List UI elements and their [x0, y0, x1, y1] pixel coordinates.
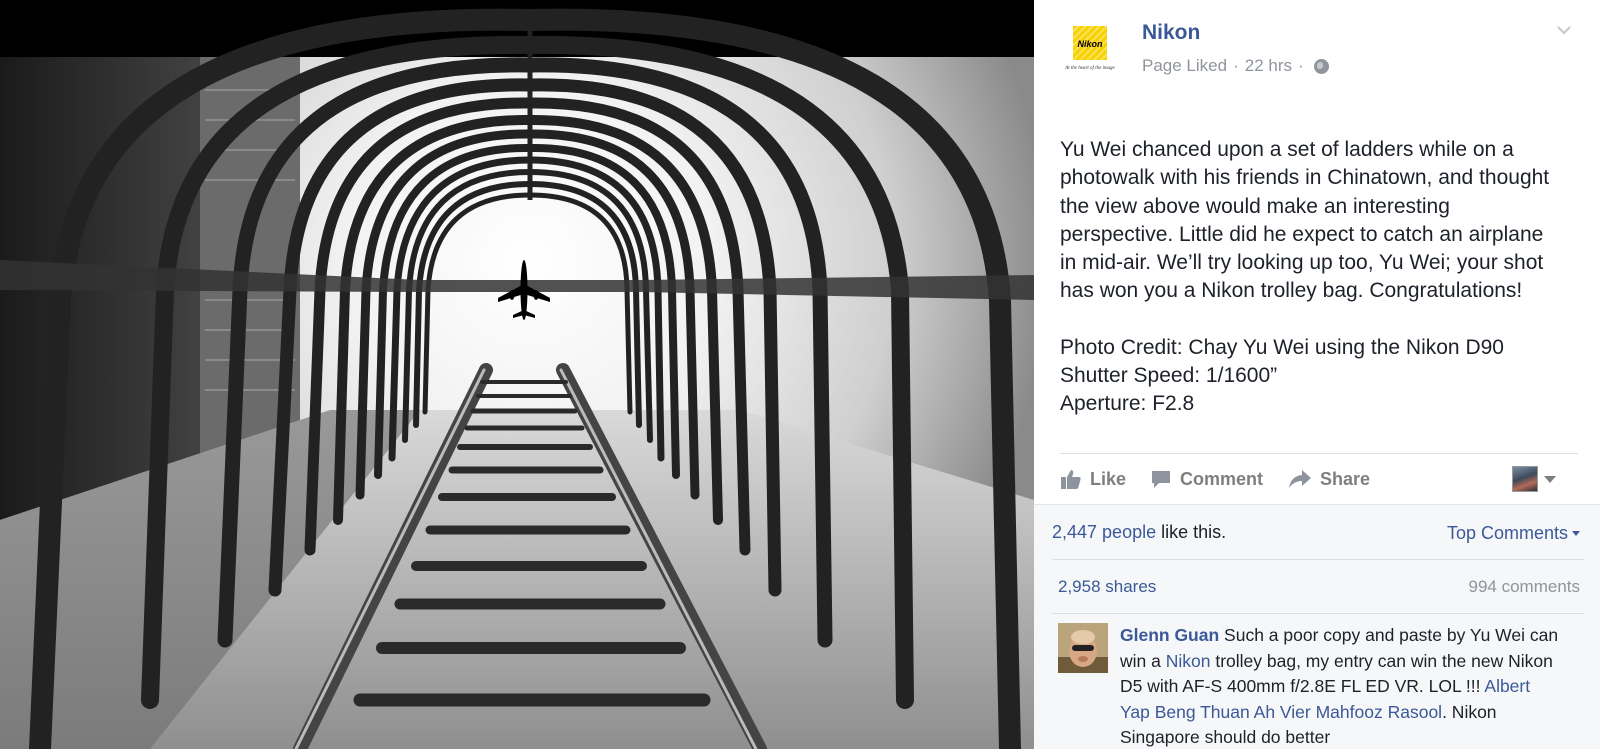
comment-body: Glenn Guan Such a poor copy and paste by… — [1120, 623, 1560, 749]
caret-down-icon — [1572, 531, 1580, 536]
page-liked-status: Page Liked — [1142, 56, 1228, 75]
comment-sort-dropdown[interactable]: Top Comments — [1447, 523, 1580, 544]
post-actions: Like Comment Share — [1060, 462, 1580, 496]
likes-count-link[interactable]: 2,447 people — [1052, 522, 1156, 542]
meta-separator: · — [1233, 56, 1239, 75]
likes-suffix: like this. — [1156, 522, 1227, 542]
comment-label: Comment — [1180, 468, 1264, 489]
post-header: Nikon At the heart of the image Nikon Pa… — [1060, 21, 1580, 82]
credit-line: Shutter Speed: 1/1600” — [1060, 364, 1278, 388]
post-text-line: photowalk with his friends in Chinatown,… — [1060, 166, 1550, 190]
credit-line: Aperture: F2.8 — [1060, 392, 1195, 416]
page-avatar[interactable]: Nikon At the heart of the image — [1060, 22, 1120, 78]
comment-button[interactable]: Comment — [1150, 462, 1263, 496]
meta-separator: · — [1298, 56, 1304, 75]
photo-credits: Photo Credit: Chay Yu Wei using the Niko… — [1060, 334, 1580, 419]
divider — [1052, 613, 1584, 614]
post-sidebar: Nikon At the heart of the image Nikon Pa… — [1034, 0, 1600, 749]
post-photo[interactable] — [0, 0, 1034, 749]
thumbs-up-icon — [1061, 470, 1081, 489]
post-meta: Page Liked · 22 hrs · — [1142, 56, 1329, 76]
commenter-avatar[interactable] — [1058, 623, 1108, 673]
post-text-line: the view above would make an interesting — [1060, 194, 1450, 218]
post-text-line: has won you a Nikon trolley bag. Congrat… — [1060, 279, 1523, 303]
credit-line: Photo Credit: Chay Yu Wei using the Niko… — [1060, 335, 1504, 359]
post-text-line: perspective. Little did he expect to cat… — [1060, 222, 1544, 246]
likes-summary: 2,447 people like this. — [1052, 522, 1226, 543]
comments-count-link[interactable]: 994 comments — [1469, 577, 1581, 597]
user-avatar — [1512, 466, 1538, 492]
divider — [1052, 559, 1584, 560]
share-label: Share — [1320, 468, 1371, 489]
post-timestamp[interactable]: 22 hrs — [1245, 56, 1292, 76]
post-text-line: Yu Wei chanced upon a set of ladders whi… — [1060, 138, 1514, 161]
globe-icon[interactable] — [1313, 58, 1329, 74]
comment-sort-label: Top Comments — [1446, 523, 1568, 543]
mention-link[interactable]: Nikon — [1166, 651, 1211, 671]
like-button[interactable]: Like — [1060, 462, 1126, 496]
chevron-down-icon[interactable] — [1556, 22, 1572, 38]
post-text-line: in mid-air. We’ll try looking up too, Yu… — [1060, 251, 1544, 275]
post-body: Yu Wei chanced upon a set of ladders whi… — [1060, 136, 1580, 306]
divider — [1060, 453, 1578, 454]
post-as-selector[interactable] — [1512, 464, 1556, 494]
feedback-section: 2,447 people like this. Top Comments 2,9… — [1034, 504, 1600, 749]
share-arrow-icon — [1289, 470, 1311, 488]
page-name-link[interactable]: Nikon — [1142, 21, 1200, 45]
speech-bubble-icon — [1152, 471, 1170, 488]
shares-count-link[interactable]: 2,958 shares — [1058, 577, 1156, 597]
mention-link[interactable]: Ah Vier — [1254, 702, 1311, 722]
logo-wordmark: Nikon — [1077, 39, 1103, 49]
comment-author-link[interactable]: Glenn Guan — [1120, 625, 1219, 645]
commenter-photo-image — [1058, 623, 1108, 673]
caret-down-icon — [1544, 475, 1556, 483]
mention-link[interactable]: Mahfooz Rasool — [1316, 702, 1442, 722]
share-button[interactable]: Share — [1288, 462, 1370, 496]
like-label: Like — [1090, 468, 1127, 489]
ladder-photo-image — [0, 0, 1034, 749]
logo-tagline: At the heart of the image — [1065, 66, 1115, 71]
post-message: Yu Wei chanced upon a set of ladders whi… — [1060, 136, 1580, 447]
